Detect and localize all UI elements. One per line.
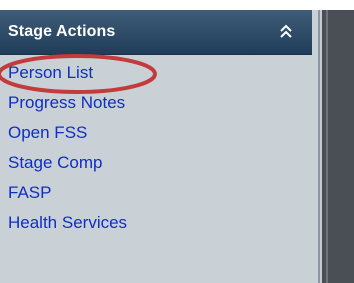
stage-action-health-services[interactable]: Health Services xyxy=(0,208,312,238)
stage-action-person-list[interactable]: Person List xyxy=(0,58,312,88)
stage-actions-header: Stage Actions xyxy=(0,10,312,55)
header-title: Stage Actions xyxy=(8,23,116,40)
right-splitter xyxy=(320,10,354,283)
stage-actions-list: Person List Progress Notes Open FSS Stag… xyxy=(0,58,312,238)
stage-action-fasp[interactable]: FASP xyxy=(0,178,312,208)
stage-action-progress-notes[interactable]: Progress Notes xyxy=(0,88,312,118)
double-chevron-up-icon[interactable] xyxy=(276,22,296,42)
stage-action-stage-comp[interactable]: Stage Comp xyxy=(0,148,312,178)
stage-action-open-fss[interactable]: Open FSS xyxy=(0,118,312,148)
